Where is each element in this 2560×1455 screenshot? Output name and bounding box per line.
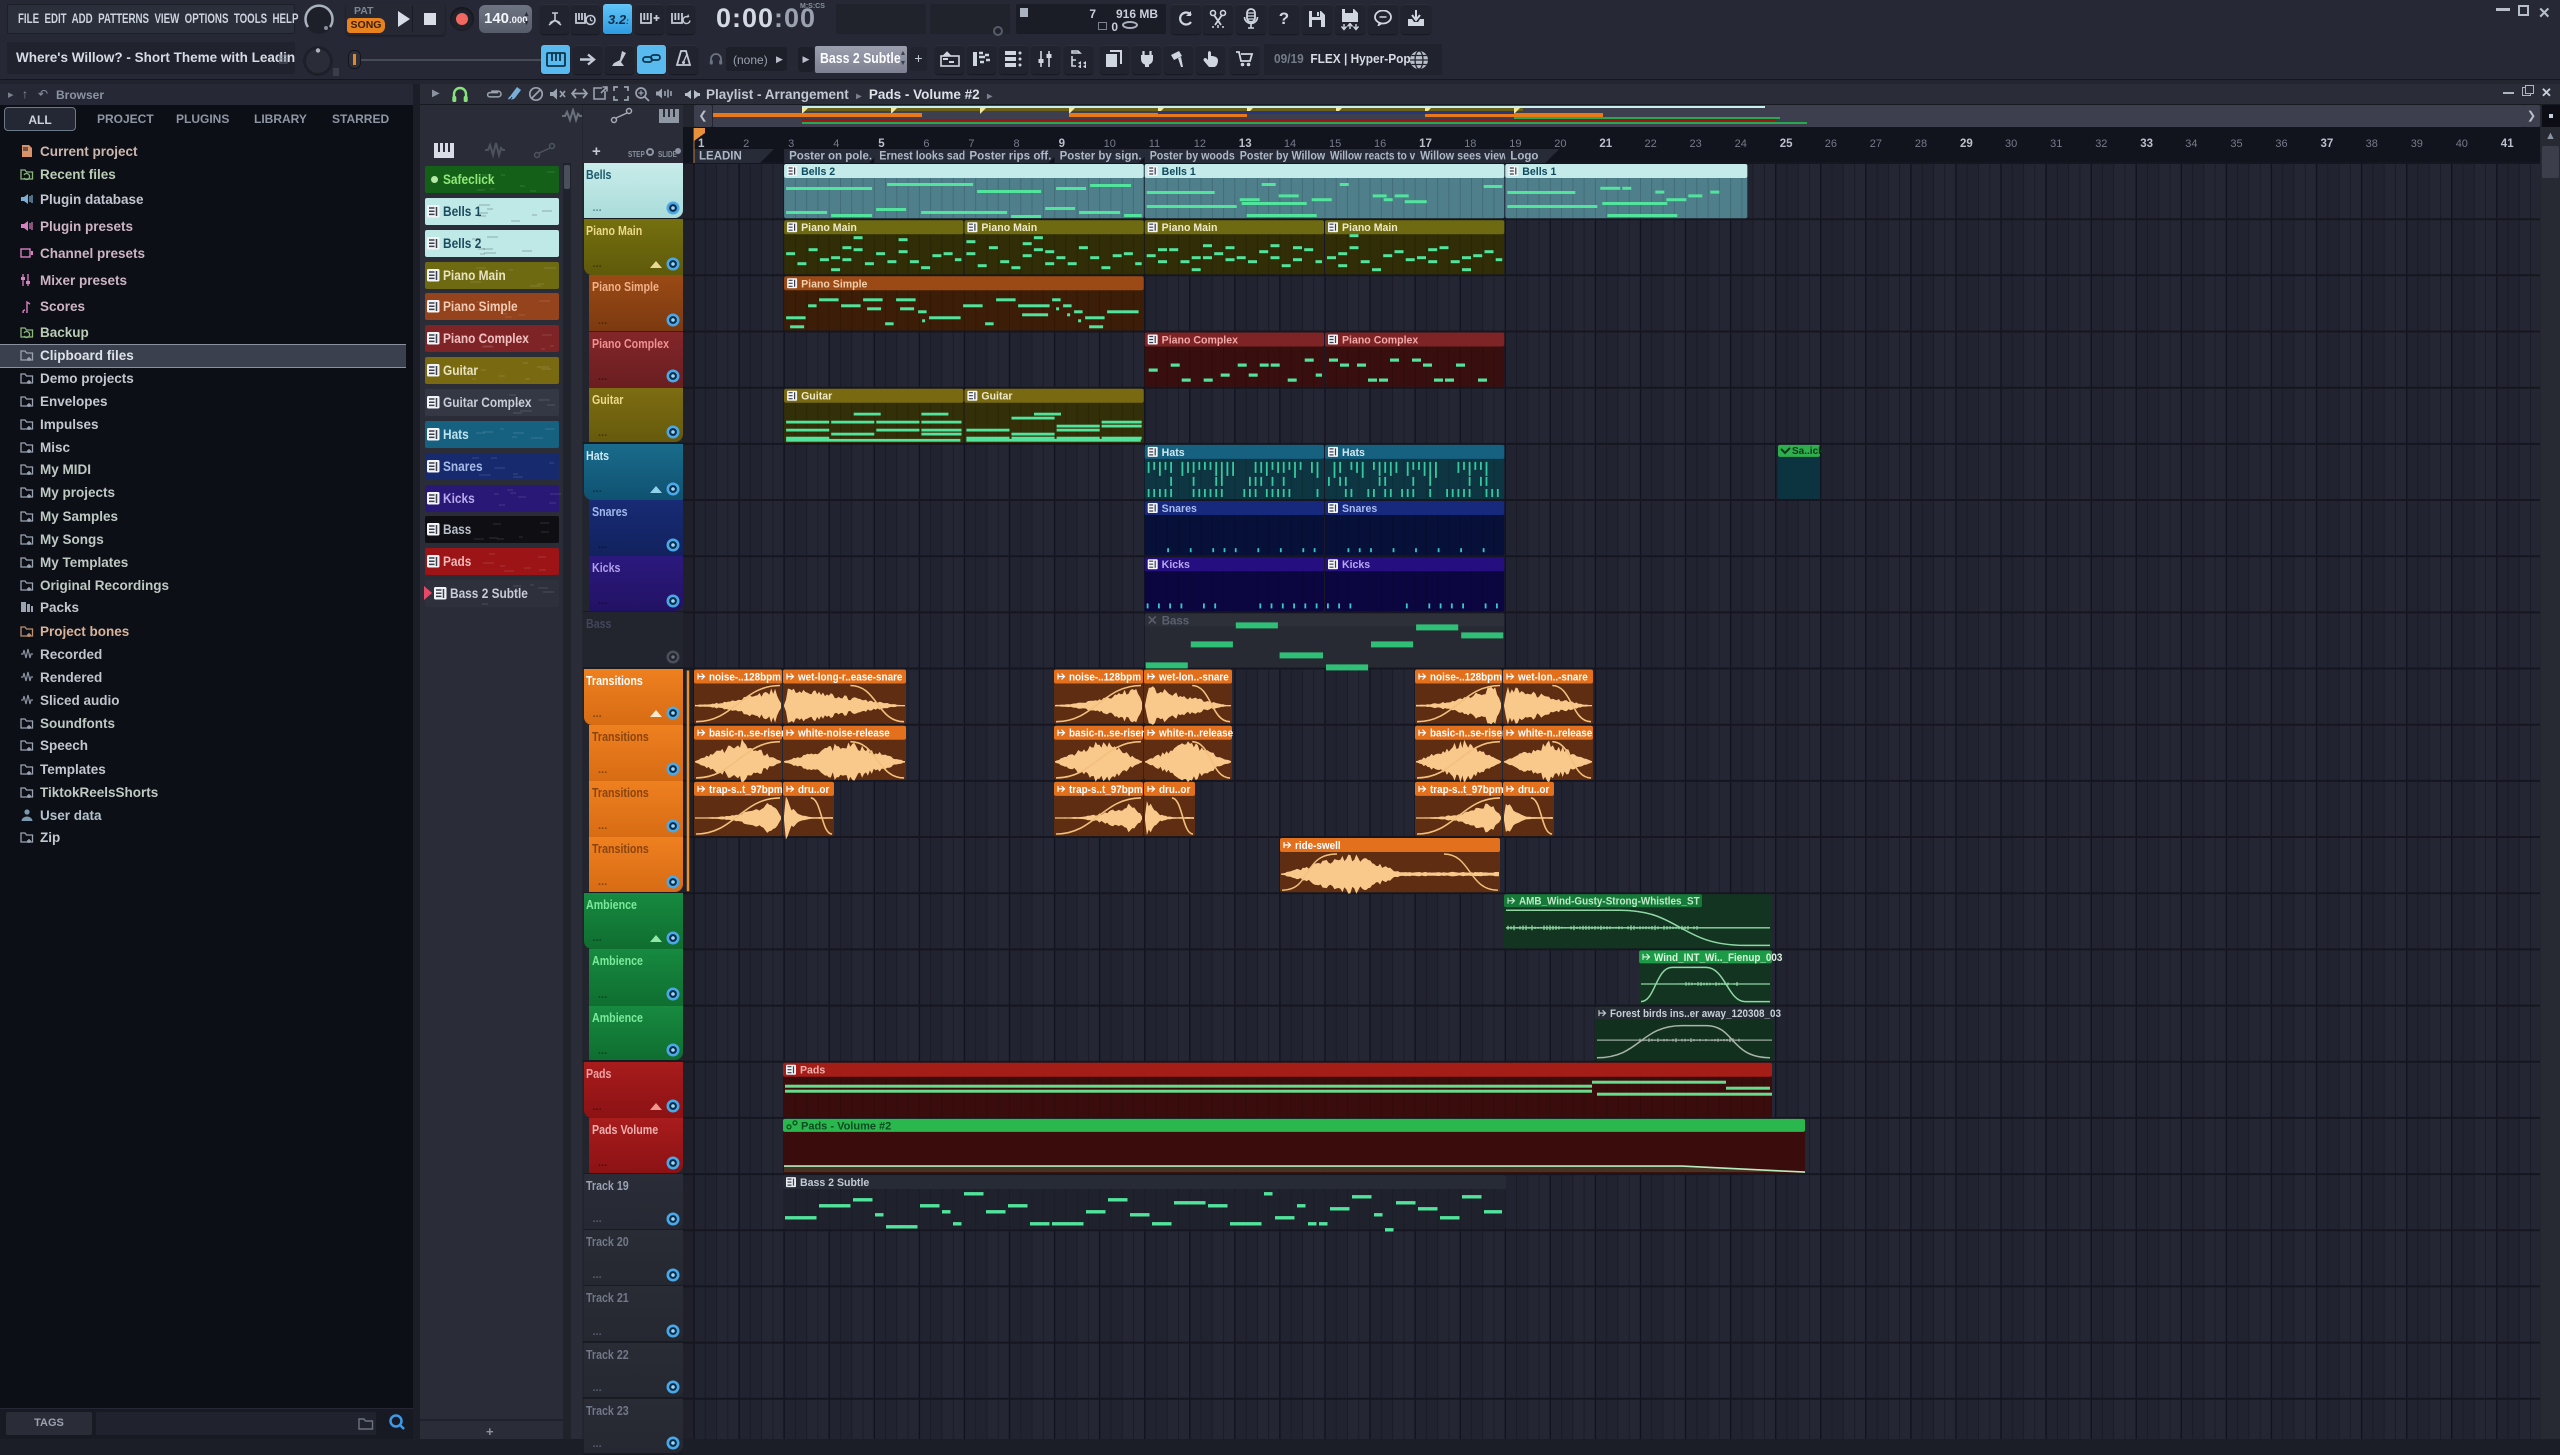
svg-text:13: 13 — [1239, 138, 1252, 150]
svg-text:basic-n..se-riser: basic-n..se-riser — [1430, 728, 1506, 740]
svg-text:white-noise-release: white-noise-release — [797, 728, 890, 740]
svg-text:Snares: Snares — [1162, 503, 1197, 515]
svg-text:15: 15 — [1329, 138, 1341, 150]
svg-text:6: 6 — [923, 138, 929, 150]
svg-text:31: 31 — [2050, 138, 2062, 150]
svg-text:Forest birds ins..er away_1203: Forest birds ins..er away_120308_03 — [1610, 1009, 1781, 1021]
svg-text:18: 18 — [1464, 138, 1476, 150]
svg-text:20: 20 — [1554, 138, 1566, 150]
svg-text:22: 22 — [1645, 138, 1657, 150]
svg-text:3: 3 — [788, 138, 794, 150]
svg-text:2: 2 — [743, 138, 749, 150]
svg-text:Hats: Hats — [1342, 447, 1365, 459]
svg-text:Piano Main: Piano Main — [801, 222, 857, 234]
svg-text:Ernest looks sadly: Ernest looks sadly — [879, 151, 975, 163]
svg-text:24: 24 — [1735, 138, 1747, 150]
svg-text:Snares: Snares — [1342, 503, 1377, 515]
svg-text:25: 25 — [1780, 138, 1793, 150]
svg-text:38: 38 — [2366, 138, 2378, 150]
svg-text:27: 27 — [1870, 138, 1882, 150]
svg-text:Piano Complex: Piano Complex — [1162, 334, 1239, 346]
svg-text:Piano Main: Piano Main — [981, 222, 1037, 234]
svg-text:Bells 1: Bells 1 — [1162, 166, 1196, 178]
svg-text:Poster by sign.: Poster by sign. — [1060, 151, 1142, 163]
svg-text:Wind_INT_Wi.._Fienup_003: Wind_INT_Wi.._Fienup_003 — [1654, 952, 1783, 964]
svg-text:Kicks: Kicks — [1342, 559, 1370, 571]
svg-text:trap-s..t_97bpm: trap-s..t_97bpm — [1069, 784, 1143, 796]
svg-text:37: 37 — [2321, 138, 2334, 150]
svg-text:39: 39 — [2411, 138, 2423, 150]
svg-text:9: 9 — [1059, 138, 1065, 150]
svg-text:Bass 2 Subtle: Bass 2 Subtle — [800, 1177, 869, 1189]
svg-text:30: 30 — [2005, 138, 2017, 150]
svg-text:Bells 1: Bells 1 — [1522, 166, 1556, 178]
svg-text:white-n..release: white-n..release — [1517, 728, 1592, 740]
svg-text:basic-n..se-riser: basic-n..se-riser — [709, 728, 785, 740]
svg-text:basic-n..se-riser: basic-n..se-riser — [1069, 728, 1145, 740]
svg-text:LEADIN: LEADIN — [699, 151, 742, 163]
svg-text:Piano Main: Piano Main — [1162, 222, 1218, 234]
svg-text:17: 17 — [1419, 138, 1432, 150]
svg-text:AMB_Wind-Gusty-Strong-Whistles: AMB_Wind-Gusty-Strong-Whistles_ST — [1519, 896, 1700, 908]
svg-text:trap-s..t_97bpm: trap-s..t_97bpm — [1430, 784, 1504, 796]
svg-text:12: 12 — [1194, 138, 1206, 150]
svg-text:ride-swell: ride-swell — [1295, 841, 1341, 853]
svg-text:trap-s..t_97bpm: trap-s..t_97bpm — [709, 784, 783, 796]
svg-text:Poster by woods.: Poster by woods. — [1150, 151, 1238, 163]
svg-text:26: 26 — [1825, 138, 1837, 150]
svg-text:10: 10 — [1104, 138, 1116, 150]
svg-text:23: 23 — [1690, 138, 1702, 150]
svg-text:Hats: Hats — [1162, 447, 1185, 459]
svg-text:Sa..ick: Sa..ick — [1792, 446, 1824, 457]
svg-text:Pads: Pads — [800, 1064, 825, 1076]
svg-text:19: 19 — [1509, 138, 1521, 150]
svg-text:Piano Simple: Piano Simple — [801, 278, 867, 290]
svg-text:wet-lon..-snare: wet-lon..-snare — [1158, 672, 1229, 684]
svg-text:wet-lon..-snare: wet-lon..-snare — [1517, 672, 1588, 684]
svg-text:35: 35 — [2230, 138, 2242, 150]
svg-text:8: 8 — [1014, 138, 1020, 150]
svg-text:Poster by Willow.: Poster by Willow. — [1240, 151, 1328, 163]
svg-text:4: 4 — [833, 138, 839, 150]
svg-text:noise-..128bpm: noise-..128bpm — [709, 672, 781, 684]
svg-text:Guitar: Guitar — [801, 390, 833, 402]
svg-text:34: 34 — [2185, 138, 2197, 150]
svg-text:33: 33 — [2140, 138, 2153, 150]
svg-text:1: 1 — [698, 138, 705, 150]
svg-text:Pads - Volume #2: Pads - Volume #2 — [801, 1120, 891, 1132]
svg-text:wet-long-r..ease-snare: wet-long-r..ease-snare — [797, 672, 903, 684]
svg-text:Bells 2: Bells 2 — [801, 166, 835, 178]
svg-text:7: 7 — [968, 138, 974, 150]
svg-text:Piano Main: Piano Main — [1342, 222, 1398, 234]
svg-text:Poster on pole.: Poster on pole. — [789, 151, 872, 163]
svg-text:dru..or: dru..or — [798, 784, 829, 796]
svg-text:noise-..128bpm: noise-..128bpm — [1430, 672, 1502, 684]
svg-text:29: 29 — [1960, 138, 1973, 150]
svg-text:dru..or: dru..or — [1159, 784, 1190, 796]
svg-text:dru..or: dru..or — [1518, 784, 1549, 796]
svg-text:Willow reacts to vi: Willow reacts to vi — [1330, 151, 1418, 163]
svg-text:36: 36 — [2275, 138, 2287, 150]
svg-text:28: 28 — [1915, 138, 1927, 150]
svg-text:14: 14 — [1284, 138, 1296, 150]
svg-text:Poster rips off.: Poster rips off. — [969, 151, 1051, 163]
svg-text:noise-..128bpm: noise-..128bpm — [1069, 672, 1141, 684]
svg-text:32: 32 — [2095, 138, 2107, 150]
svg-text:40: 40 — [2456, 138, 2468, 150]
svg-text:11: 11 — [1149, 138, 1160, 150]
svg-text:white-n..release: white-n..release — [1158, 728, 1233, 740]
svg-text:41: 41 — [2501, 138, 2514, 150]
svg-text:Guitar: Guitar — [981, 390, 1013, 402]
svg-text:Willow sees view.: Willow sees view. — [1420, 151, 1510, 163]
svg-text:5: 5 — [878, 138, 885, 150]
svg-text:Kicks: Kicks — [1162, 559, 1190, 571]
svg-text:16: 16 — [1374, 138, 1386, 150]
svg-text:Logo: Logo — [1510, 151, 1538, 163]
svg-text:21: 21 — [1599, 138, 1612, 150]
svg-text:Piano Complex: Piano Complex — [1342, 334, 1419, 346]
svg-text:Bass: Bass — [1162, 615, 1190, 627]
